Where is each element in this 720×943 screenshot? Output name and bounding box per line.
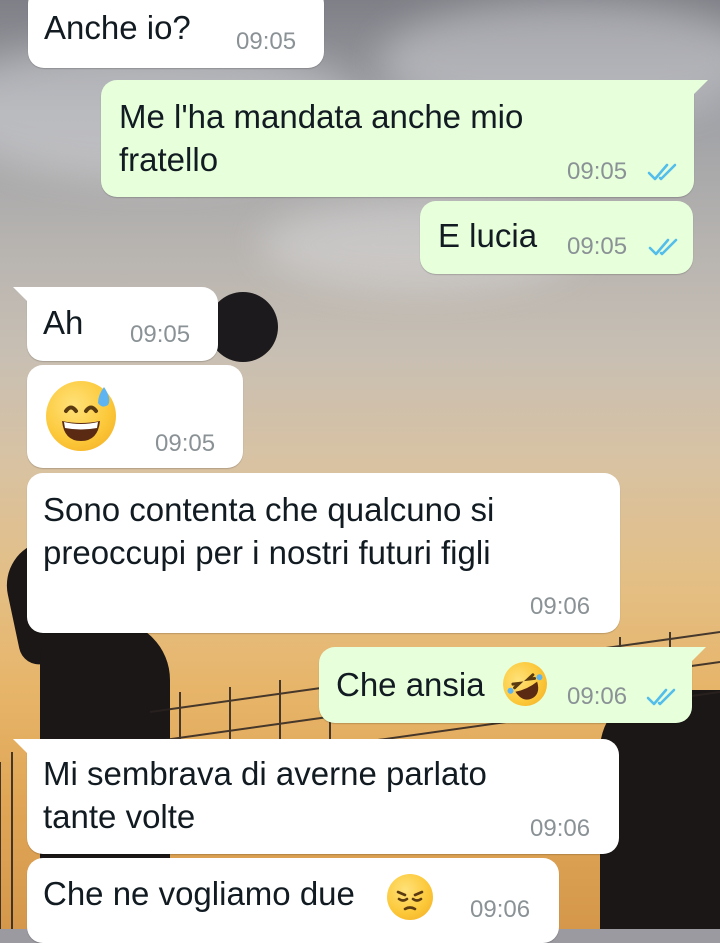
pensive-face-icon [387,874,433,920]
message-time: 09:05 [567,233,628,260]
message-time: 09:06 [530,815,591,842]
message-text: Sono contenta che qualcuno si preoccupi … [43,491,495,571]
message-incoming[interactable]: Sono contenta che qualcuno si preoccupi … [27,473,620,633]
message-outgoing[interactable]: Che ansia 09:06 [319,647,706,723]
message-outgoing[interactable]: Me l'ha mandata anche mio fratello 09:05 [101,80,708,197]
message-text: Ah [43,304,84,341]
double-check-icon [646,688,676,706]
message-time: 09:06 [470,896,531,923]
message-incoming[interactable]: Mi sembrava di averne parlato tante volt… [13,739,619,854]
message-time: 09:06 [567,683,628,710]
message-incoming-emoji[interactable]: 09:05 [27,365,243,468]
message-text: Mi sembrava di averne parlato tante volt… [43,755,487,835]
chat-thread: Anche io? 09:05 Me l'ha mandata anche mi… [0,0,720,943]
message-text: Che ansia [336,666,485,703]
message-time: 09:05 [130,321,191,348]
message-incoming[interactable]: Ah 09:05 [13,287,218,361]
message-outgoing[interactable]: E lucia 09:05 [420,201,693,274]
message-time: 09:06 [530,593,591,620]
message-incoming[interactable]: Anche io? 09:05 [28,0,324,68]
message-text: Me l'ha mandata anche mio fratello [119,98,524,178]
message-text: E lucia [438,217,538,254]
double-check-icon [648,238,678,256]
message-time: 09:05 [155,430,216,457]
message-text: Anche io? [44,9,191,46]
message-time: 09:05 [236,28,297,55]
rolling-on-the-floor-laughing-icon [495,654,555,714]
double-check-icon [647,163,677,181]
grinning-face-with-sweat-icon [46,381,116,451]
message-text: Che ne vogliamo due [43,875,355,912]
message-time: 09:05 [567,158,628,185]
message-incoming[interactable]: Che ne vogliamo due 09:06 [27,858,559,943]
